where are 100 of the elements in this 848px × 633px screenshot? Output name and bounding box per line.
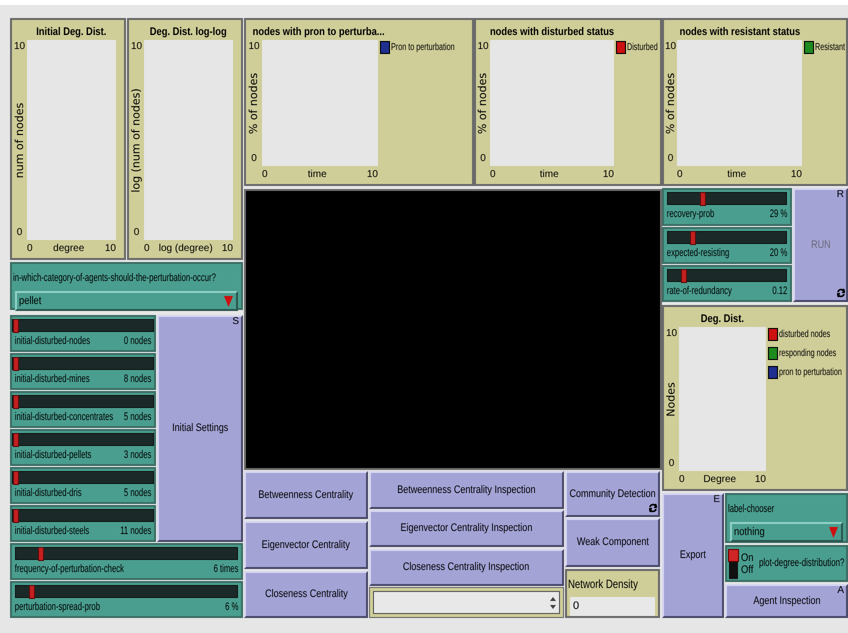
slider-label: initial-disturbed-mines <box>14 374 90 385</box>
switch-toggle[interactable] <box>729 548 738 578</box>
slider-knob[interactable] <box>28 585 35 599</box>
axis-label: % of nodes <box>478 72 488 134</box>
shortcut-key: E <box>713 495 720 505</box>
axis-tick: 0 <box>668 459 674 469</box>
slider-label: expected-resisting <box>666 248 730 259</box>
legend-label: pron to perturbation <box>779 366 842 380</box>
axis-tick: 0 <box>262 170 268 180</box>
slider-value: 8 nodes <box>122 374 152 385</box>
axis-tick: 0 <box>480 154 486 164</box>
button[interactable]: Betweenness Centrality Inspection <box>369 471 564 509</box>
axis-label: log (degree) <box>158 244 213 254</box>
legend-label: Resistant <box>815 41 846 55</box>
button[interactable]: Initial Settings S <box>157 315 243 542</box>
axis-tick: 10 <box>666 329 678 339</box>
axis-label: num of nodes <box>14 102 25 178</box>
slider-knob[interactable] <box>13 433 19 447</box>
slider-knob[interactable] <box>13 395 19 409</box>
chooser-label: label-chooser <box>728 503 774 515</box>
slider-track[interactable] <box>667 192 787 205</box>
axis-tick: 0 <box>679 475 685 485</box>
axis-tick: 0 <box>251 154 257 164</box>
slider-track[interactable] <box>667 269 787 282</box>
axis-tick: 10 <box>14 42 26 52</box>
button[interactable]: Eigenvector Centrality <box>244 521 368 569</box>
slider-track[interactable] <box>667 231 787 244</box>
shortcut-key: A <box>837 586 844 596</box>
slider-track[interactable] <box>12 509 154 522</box>
slider-knob[interactable] <box>13 471 19 485</box>
slider-label: perturbation-spread-prob <box>14 602 100 613</box>
slider-track[interactable] <box>15 547 238 560</box>
chooser-dropdown[interactable]: pellet <box>15 291 238 311</box>
monitor-value: 0 <box>570 597 655 616</box>
slider-value: 29 % <box>768 209 788 220</box>
axis-tick: 10 <box>754 475 766 485</box>
slider-label: initial-disturbed-steels <box>14 526 90 537</box>
axis-tick: 10 <box>790 170 802 180</box>
slider-knob[interactable] <box>13 357 19 371</box>
axis-tick: 10 <box>130 42 142 52</box>
axis-tick: 0 <box>144 244 150 254</box>
slider-track[interactable] <box>12 319 154 332</box>
axis-label: % of nodes <box>248 72 260 134</box>
legend-label: responding nodes <box>779 347 836 361</box>
slider-track[interactable] <box>15 585 238 598</box>
plot-title: nodes with disturbed status <box>490 24 614 40</box>
slider-label: initial-disturbed-dris <box>14 488 82 499</box>
input-field[interactable] <box>369 587 564 618</box>
slider-label: initial-disturbed-concentrates <box>14 412 114 423</box>
slider-knob[interactable] <box>681 269 688 283</box>
axis-label: time <box>727 170 746 180</box>
slider-label: initial-disturbed-pellets <box>14 450 92 461</box>
slider-value: 5 nodes <box>122 488 152 499</box>
slider-track[interactable] <box>12 433 154 446</box>
dropdown-arrow-icon <box>224 296 233 306</box>
slider-track[interactable] <box>12 471 154 484</box>
slider-value: 6 % <box>224 602 238 613</box>
plot-title: Deg. Dist. log-log <box>150 24 226 40</box>
slider-knob[interactable] <box>13 319 19 333</box>
button[interactable]: Agent Inspection A <box>725 584 848 618</box>
slider-knob[interactable] <box>690 231 696 245</box>
button[interactable]: Weak Component <box>565 518 660 567</box>
button[interactable]: Closeness Centrality <box>244 571 368 618</box>
button[interactable]: Betweenness Centrality <box>244 471 368 519</box>
axis-tick: 10 <box>664 42 676 52</box>
slider-value: 20 % <box>768 248 788 259</box>
slider-track[interactable] <box>12 395 154 408</box>
slider-value: 5 nodes <box>122 412 152 423</box>
axis-tick: 0 <box>134 228 140 238</box>
legend-label: disturbed nodes <box>779 328 830 342</box>
slider-value: 0.12 <box>771 286 788 297</box>
axis-tick: 0 <box>27 244 33 254</box>
axis-label: log (num of nodes) <box>131 88 142 192</box>
switch-label: plot-degree-distribution? <box>758 556 844 572</box>
plot-title: nodes with resistant status <box>680 24 800 40</box>
axis-label: time <box>540 170 559 180</box>
plot-title: Deg. Dist. <box>700 312 744 326</box>
button[interactable]: Export E <box>662 493 724 618</box>
slider-track[interactable] <box>12 357 154 370</box>
plot-title: nodes with pron to perturba... <box>253 24 385 40</box>
button[interactable]: Community Detection <box>565 471 660 517</box>
slider-knob[interactable] <box>38 547 44 561</box>
slider-knob[interactable] <box>13 509 19 523</box>
axis-tick: 0 <box>16 228 22 238</box>
slider-value: 11 nodes <box>119 526 152 537</box>
slider-label: rate-of-redundancy <box>666 286 732 297</box>
axis-label: Degree <box>703 475 736 485</box>
axis-label: % of nodes <box>665 72 676 134</box>
button[interactable]: Eigenvector Centrality Inspection <box>369 510 564 547</box>
chooser-dropdown[interactable]: nothing <box>730 522 843 542</box>
axis-label: Nodes <box>666 382 677 416</box>
button[interactable]: Closeness Centrality Inspection <box>369 549 564 586</box>
legend-label: Pron to perturbation <box>391 41 455 55</box>
switch-on-label: On <box>741 552 754 564</box>
slider-value: 6 times <box>212 564 238 575</box>
slider-label: recovery-prob <box>666 209 714 220</box>
shortcut-key: R <box>836 190 844 200</box>
slider-knob[interactable] <box>700 192 706 206</box>
plot-title: Initial Deg. Dist. <box>36 24 106 40</box>
axis-label: time <box>308 170 327 180</box>
